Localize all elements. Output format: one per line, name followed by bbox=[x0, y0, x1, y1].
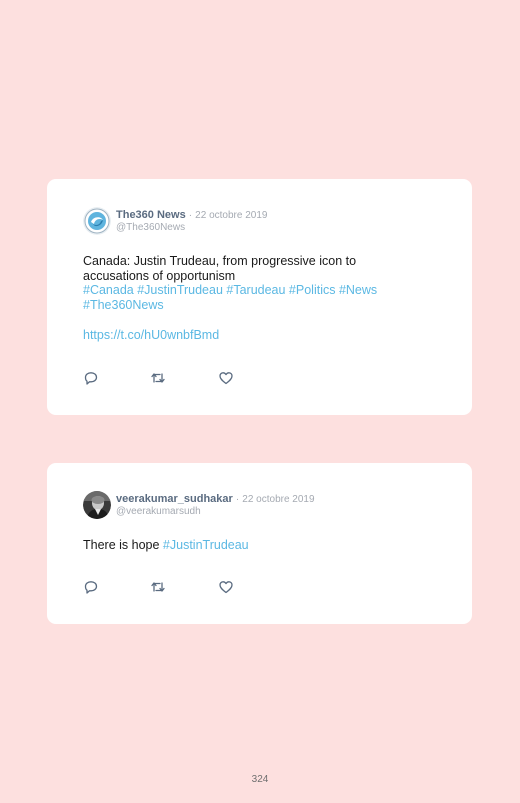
tweet-actions bbox=[83, 370, 243, 386]
the360-news-logo-icon bbox=[83, 207, 111, 235]
reply-button[interactable] bbox=[83, 579, 99, 595]
tweet-date[interactable]: 22 octobre 2019 bbox=[195, 210, 267, 221]
tweet-card: The360 News · 22 octobre 2019 @The360New… bbox=[47, 179, 472, 415]
tweet-hashtags[interactable]: #Canada #JustinTrudeau #Tarudeau #Politi… bbox=[83, 283, 423, 313]
user-avatar[interactable] bbox=[83, 491, 111, 519]
like-icon bbox=[219, 581, 233, 594]
retweet-icon bbox=[151, 582, 165, 592]
retweet-icon bbox=[151, 373, 165, 383]
page-number: 324 bbox=[251, 774, 269, 785]
tweet-text: Canada: Justin Trudeau, from progressive… bbox=[83, 254, 357, 283]
author-handle[interactable]: @The360News bbox=[116, 222, 185, 233]
like-icon bbox=[219, 372, 233, 385]
author-name[interactable]: veerakumar_sudhakar bbox=[116, 493, 233, 505]
author-name[interactable]: The360 News bbox=[116, 209, 186, 221]
retweet-button[interactable] bbox=[150, 370, 166, 386]
author-handle[interactable]: @veerakumarsudh bbox=[116, 506, 201, 517]
tweet-text-line: There is hope #JustinTrudeau bbox=[83, 538, 249, 553]
tweet-date[interactable]: 22 octobre 2019 bbox=[242, 494, 314, 505]
like-button[interactable] bbox=[218, 579, 234, 595]
retweet-button[interactable] bbox=[150, 579, 166, 595]
tweet-hashtags[interactable]: #JustinTrudeau bbox=[163, 538, 249, 552]
tweet-text: There is hope bbox=[83, 538, 160, 552]
tweet-card: veerakumar_sudhakar · 22 octobre 2019 @v… bbox=[47, 463, 472, 624]
tweet-actions bbox=[83, 579, 243, 595]
tweet-link[interactable]: https://t.co/hU0wnbfBmd bbox=[83, 328, 219, 343]
user-photo-icon bbox=[83, 491, 111, 519]
like-button[interactable] bbox=[218, 370, 234, 386]
reply-button[interactable] bbox=[83, 370, 99, 386]
separator: · bbox=[188, 210, 193, 221]
reply-icon bbox=[84, 581, 98, 594]
reply-icon bbox=[84, 372, 98, 385]
separator: · bbox=[235, 494, 240, 505]
the360-news-avatar[interactable] bbox=[83, 207, 111, 235]
